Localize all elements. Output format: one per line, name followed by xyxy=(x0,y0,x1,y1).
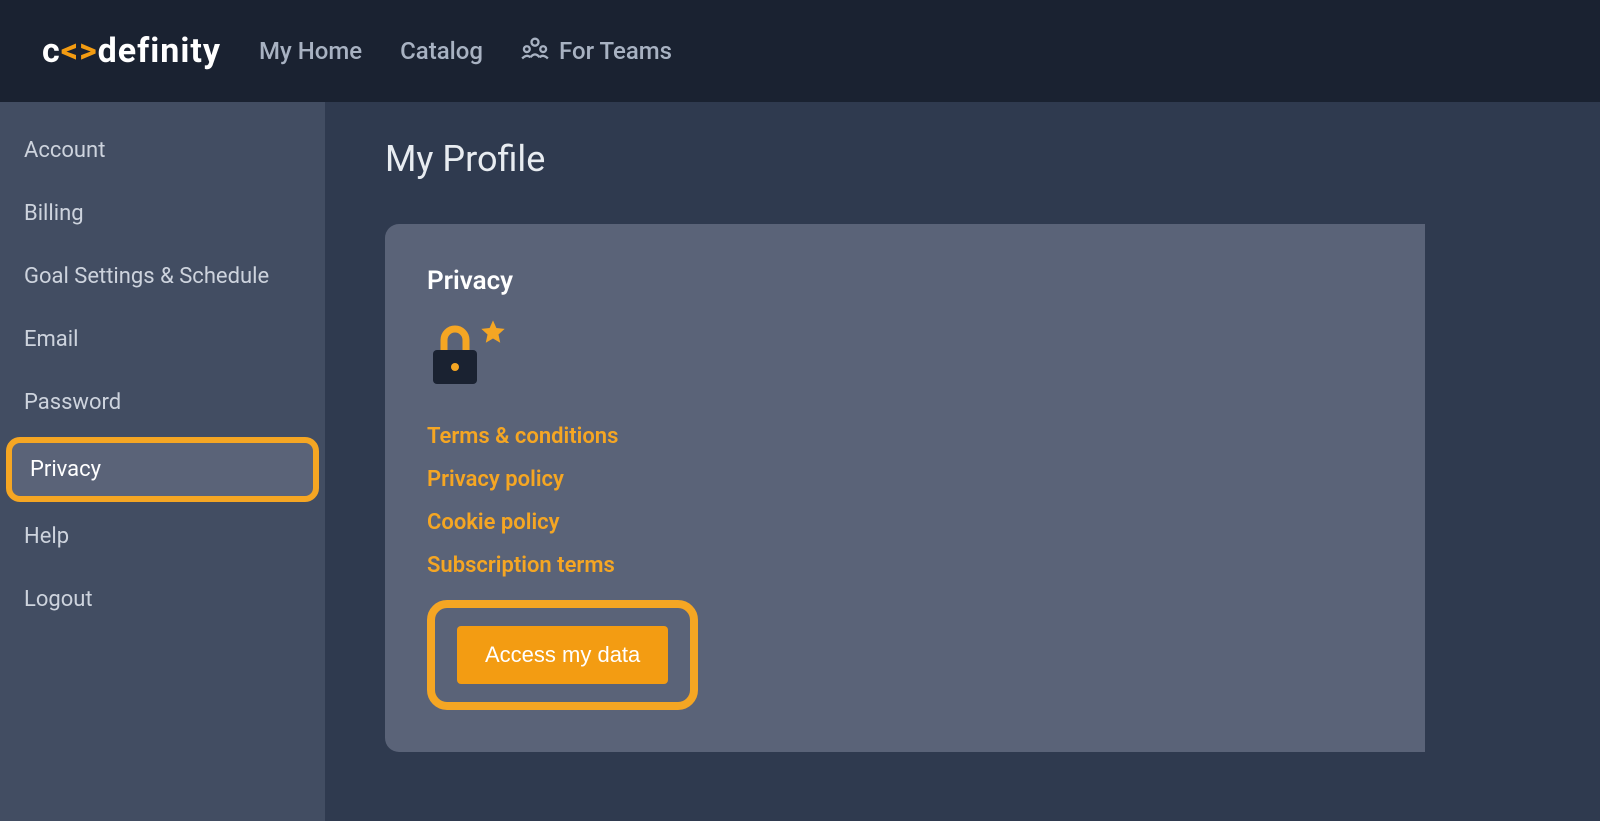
card-title: Privacy xyxy=(427,266,1383,296)
sidebar-item-password[interactable]: Password xyxy=(0,374,325,431)
sidebar-item-label: Billing xyxy=(24,201,84,226)
sidebar-item-privacy[interactable]: Privacy xyxy=(6,437,319,502)
sidebar-item-label: Email xyxy=(24,327,78,352)
access-my-data-button[interactable]: Access my data xyxy=(457,626,668,684)
link-label: Terms & conditions xyxy=(427,424,618,449)
logo-bracket-close: > xyxy=(79,31,98,71)
link-label: Cookie policy xyxy=(427,510,560,535)
content-area: My Profile Privacy Terms & conditions Pr… xyxy=(325,102,1600,821)
privacy-card: Privacy Terms & conditions Privacy polic… xyxy=(385,224,1425,752)
link-cookie-policy[interactable]: Cookie policy xyxy=(427,510,1383,535)
nav-catalog-label: Catalog xyxy=(400,37,483,65)
sidebar-item-account[interactable]: Account xyxy=(0,122,325,179)
logo-text-post: definity xyxy=(98,31,221,71)
sidebar-item-label: Logout xyxy=(24,587,93,612)
nav-for-teams-label: For Teams xyxy=(559,37,672,65)
logo-bracket-open: < xyxy=(61,31,79,71)
sidebar-item-billing[interactable]: Billing xyxy=(0,185,325,242)
sidebar-item-label: Help xyxy=(24,524,69,549)
sidebar-item-label: Privacy xyxy=(30,457,101,482)
sidebar-item-logout[interactable]: Logout xyxy=(0,571,325,628)
button-highlight-frame: Access my data xyxy=(427,600,698,710)
sidebar-item-email[interactable]: Email xyxy=(0,311,325,368)
link-privacy-policy[interactable]: Privacy policy xyxy=(427,467,1383,492)
team-icon xyxy=(521,36,549,66)
logo-text-pre: c xyxy=(42,31,61,71)
sidebar-item-goal-settings[interactable]: Goal Settings & Schedule xyxy=(0,248,325,305)
sidebar: Account Billing Goal Settings & Schedule… xyxy=(0,102,325,821)
sidebar-item-label: Goal Settings & Schedule xyxy=(24,264,269,289)
nav-for-teams[interactable]: For Teams xyxy=(521,36,672,66)
star-icon xyxy=(479,318,507,346)
nav-my-home-label: My Home xyxy=(259,37,362,65)
nav-my-home[interactable]: My Home xyxy=(259,37,362,65)
link-label: Subscription terms xyxy=(427,553,615,578)
lock-icon xyxy=(427,322,499,394)
logo[interactable]: c<>definity xyxy=(42,31,221,71)
sidebar-item-label: Account xyxy=(24,138,105,163)
nav-catalog[interactable]: Catalog xyxy=(400,37,483,65)
button-label: Access my data xyxy=(485,642,640,667)
link-terms-conditions[interactable]: Terms & conditions xyxy=(427,424,1383,449)
sidebar-item-help[interactable]: Help xyxy=(0,508,325,565)
sidebar-item-label: Password xyxy=(24,390,121,415)
link-subscription-terms[interactable]: Subscription terms xyxy=(427,553,1383,578)
page-title: My Profile xyxy=(385,138,1600,180)
link-label: Privacy policy xyxy=(427,467,564,492)
header: c<>definity My Home Catalog For Teams xyxy=(0,0,1600,102)
